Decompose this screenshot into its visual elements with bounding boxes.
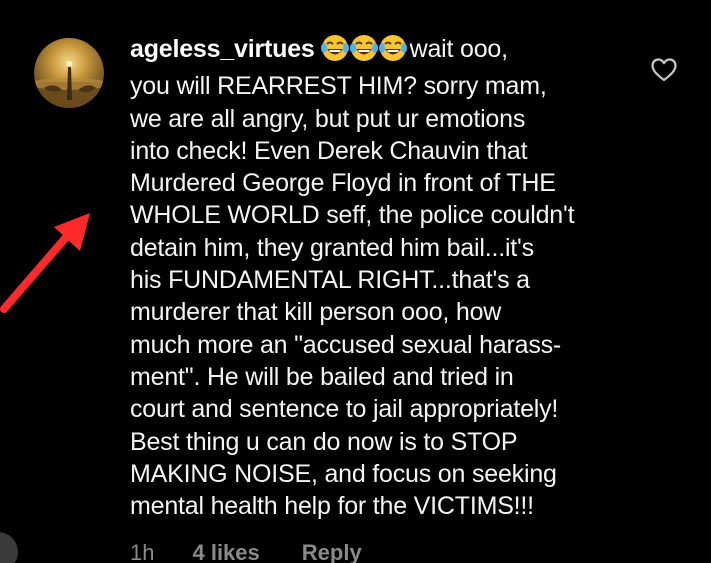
- avatar[interactable]: [34, 38, 104, 108]
- comment-text-line: wait ooo,: [409, 35, 508, 63]
- comment-first-line: ageless_virtues wait ooo,: [130, 33, 650, 70]
- comment-body: ageless_virtues wait ooo, you will REARRE…: [130, 33, 650, 522]
- comment-text-line: you will REARREST HIM? sorry mam,: [130, 72, 547, 101]
- comment-text-line: WHOLE WORLD seff, the police couldn't: [130, 201, 575, 230]
- laughing-emoji-group: [320, 34, 408, 70]
- face-with-tears-of-joy-icon: [320, 35, 349, 61]
- comment-text-line: MAKING NOISE, and focus on seeking: [130, 459, 557, 488]
- comment-text-line: murderer that kill person ooo, how: [130, 298, 502, 327]
- floating-button-edge[interactable]: [0, 532, 18, 563]
- comment-meta: 1h 4 likes Reply: [130, 540, 362, 563]
- likes-count-link[interactable]: 4 likes: [192, 540, 259, 563]
- red-arrow-annotation: [0, 205, 100, 315]
- comment-timestamp: 1h: [130, 540, 155, 563]
- comment-text-line: his FUNDAMENTAL RIGHT...that's a: [130, 266, 530, 295]
- face-with-tears-of-joy-icon: [349, 35, 378, 61]
- like-button[interactable]: [651, 58, 677, 82]
- comment-text-line: into check! Even Derek Chauvin that: [130, 136, 528, 165]
- heart-outline-icon: [651, 58, 677, 82]
- comment-username[interactable]: ageless_virtues: [130, 35, 315, 63]
- comment-text-line: detain him, they granted him bail...it's: [130, 233, 534, 262]
- reply-button[interactable]: Reply: [302, 540, 362, 563]
- comment-text-line: we are all angry, but put ur emotions: [130, 104, 526, 133]
- comment-text-line: Best thing u can do now is to STOP: [130, 427, 518, 456]
- comment-text-line: mental health help for the VICTIMS!!!: [130, 492, 534, 521]
- comment-text-line: Murdered George Floyd in front of THE: [130, 169, 556, 198]
- comment-text-line: court and sentence to jail appropriately…: [130, 395, 559, 424]
- face-with-tears-of-joy-icon: [378, 35, 407, 61]
- comment-text-line: much more an "accused sexual harass-: [130, 330, 562, 359]
- comment-text-line: ment". He will be bailed and tried in: [130, 362, 514, 391]
